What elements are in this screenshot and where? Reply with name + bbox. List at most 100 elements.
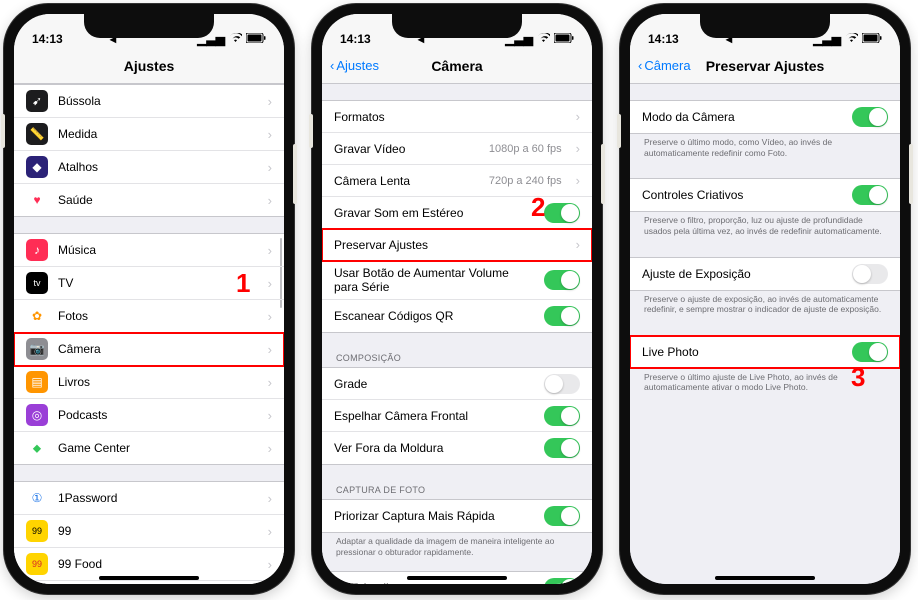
settings-row-amazon[interactable]: aAmazon› (14, 581, 284, 584)
app-icon: ⬥ (26, 437, 48, 459)
setting-row-preservar-ajustes[interactable]: Preservar Ajustes› (322, 229, 592, 261)
status-time: 14:13 (32, 32, 63, 46)
row-label: Câmera Lenta (334, 174, 479, 188)
toggle-switch[interactable] (544, 506, 580, 526)
settings-row-1password[interactable]: ①1Password› (14, 482, 284, 515)
setting-row-gravar-v-deo[interactable]: Gravar Vídeo1080p a 60 fps› (322, 133, 592, 165)
section-header-capture: CAPTURA DE FOTO (322, 481, 592, 499)
chevron-right-icon: › (268, 193, 272, 208)
setting-row-ajuste-de-exposi-o[interactable]: Ajuste de Exposição (630, 258, 900, 290)
status-time: 14:13 (648, 32, 679, 46)
row-label: Câmera (58, 342, 254, 356)
screen-2: 14:13 ◂ ▁▃▅ ‹ Ajustes Câmera Formatos›Gr… (322, 14, 592, 584)
setting-row-espelhar-c-mera-frontal[interactable]: Espelhar Câmera Frontal (322, 400, 592, 432)
toggle-switch[interactable] (544, 406, 580, 426)
row-label: Priorizar Captura Mais Rápida (334, 509, 534, 523)
chevron-left-icon: ‹ (330, 58, 334, 73)
toggle-switch[interactable] (544, 306, 580, 326)
settings-row-99[interactable]: 9999› (14, 515, 284, 548)
nav-bar: ‹ Ajustes Câmera (322, 48, 592, 84)
row-label: Podcasts (58, 408, 254, 422)
page-title: Ajustes (124, 58, 175, 74)
row-detail: 720p a 240 fps (489, 175, 562, 187)
home-indicator[interactable] (99, 576, 199, 580)
section-header-composition: COMPOSIÇÃO (322, 349, 592, 367)
app-icon: ➹ (26, 90, 48, 112)
settings-row-game-center[interactable]: ⬥Game Center› (14, 432, 284, 464)
app-icon: ♥ (26, 189, 48, 211)
row-label: Escanear Códigos QR (334, 309, 534, 323)
toggle-switch[interactable] (544, 578, 580, 584)
setting-row-gravar-som-em-est-reo[interactable]: Gravar Som em Estéreo (322, 197, 592, 229)
phone-3: 14:13 ◂ ▁▃▅ ‹ Câmera Preservar Ajustes M… (620, 4, 910, 594)
page-title: Preservar Ajustes (706, 58, 825, 74)
chevron-right-icon: › (268, 408, 272, 423)
toggle-switch[interactable] (852, 342, 888, 362)
phone-2: 14:13 ◂ ▁▃▅ ‹ Ajustes Câmera Formatos›Gr… (312, 4, 602, 594)
chevron-right-icon: › (268, 491, 272, 506)
toggle-switch[interactable] (544, 270, 580, 290)
setting-row-c-mera-lenta[interactable]: Câmera Lenta720p a 240 fps› (322, 165, 592, 197)
chevron-right-icon: › (576, 141, 580, 156)
toggle-switch[interactable] (852, 107, 888, 127)
setting-row-usar-bot-o-de-aumentar-volume-para-s-rie[interactable]: Usar Botão de Aumentar Volume para Série (322, 261, 592, 300)
toggle-switch[interactable] (544, 374, 580, 394)
back-button[interactable]: ‹ Câmera (638, 58, 691, 73)
setting-row-formatos[interactable]: Formatos › (322, 101, 592, 133)
camera-settings-content[interactable]: Formatos›Gravar Vídeo1080p a 60 fps›Câme… (322, 84, 592, 584)
chevron-right-icon: › (576, 109, 580, 124)
row-label: Saúde (58, 193, 254, 207)
settings-row-bússola[interactable]: ➹Bússola› (14, 85, 284, 118)
notch (700, 14, 830, 38)
row-label: 99 (58, 524, 254, 538)
settings-row-tv[interactable]: tvTV› (14, 267, 284, 300)
settings-row-música[interactable]: ♪Música› (14, 234, 284, 267)
setting-row-priorizar-captura-mais-r-pida[interactable]: Priorizar Captura Mais Rápida (322, 500, 592, 532)
home-indicator[interactable] (407, 576, 507, 580)
app-icon: 99 (26, 520, 48, 542)
chevron-right-icon: › (268, 375, 272, 390)
nav-bar: Ajustes (14, 48, 284, 84)
home-indicator[interactable] (715, 576, 815, 580)
settings-row-saúde[interactable]: ♥ Saúde › (14, 184, 284, 216)
setting-row-escanear-c-digos-qr[interactable]: Escanear Códigos QR (322, 300, 592, 332)
app-icon: 📏 (26, 123, 48, 145)
settings-row-atalhos[interactable]: ◆Atalhos› (14, 151, 284, 184)
row-footer: Preserve o ajuste de exposição, ao invés… (630, 291, 900, 319)
battery-icon (554, 32, 574, 46)
chevron-left-icon: ‹ (638, 58, 642, 73)
settings-content[interactable]: ➹Bússola›📏Medida›◆Atalhos› ♥ Saúde › ♪Músic… (14, 84, 284, 584)
back-button[interactable]: ‹ Ajustes (330, 58, 379, 73)
preserve-settings-content[interactable]: Modo da CâmeraPreserve o último modo, co… (630, 84, 900, 584)
toggle-switch[interactable] (852, 185, 888, 205)
app-icon: 📷 (26, 338, 48, 360)
toggle-switch[interactable] (544, 438, 580, 458)
screen-3: 14:13 ◂ ▁▃▅ ‹ Câmera Preservar Ajustes M… (630, 14, 900, 584)
row-label: Formatos (334, 110, 562, 124)
setting-row-ver-fora-da-moldura[interactable]: Ver Fora da Moldura (322, 432, 592, 464)
row-footer: Preserve o filtro, proporção, luz ou aju… (630, 212, 900, 240)
chevron-right-icon: › (268, 127, 272, 142)
chevron-right-icon: › (268, 160, 272, 175)
settings-row-câmera[interactable]: 📷Câmera› (14, 333, 284, 366)
row-label: 99 Food (58, 557, 254, 571)
app-icon: ◎ (26, 404, 48, 426)
settings-row-fotos[interactable]: ✿Fotos› (14, 300, 284, 333)
row-label: HDR Inteligente (334, 581, 534, 584)
screen-1: 14:13 ◂ ▁▃▅ Ajustes ➹Bússola›📏Medida›◆At… (14, 14, 284, 584)
page-title: Câmera (431, 58, 482, 74)
toggle-switch[interactable] (852, 264, 888, 284)
setting-row-grade[interactable]: Grade (322, 368, 592, 400)
wifi-icon (537, 32, 550, 46)
row-label: Grade (334, 377, 534, 391)
setting-row-controles-criativos[interactable]: Controles Criativos (630, 179, 900, 211)
toggle-switch[interactable] (544, 203, 580, 223)
settings-row-medida[interactable]: 📏Medida› (14, 118, 284, 151)
setting-row-live-photo[interactable]: Live Photo (630, 336, 900, 368)
row-label: Modo da Câmera (642, 110, 842, 124)
app-icon: ① (26, 487, 48, 509)
settings-row-livros[interactable]: ▤Livros› (14, 366, 284, 399)
setting-row-modo-da-c-mera[interactable]: Modo da Câmera (630, 101, 900, 133)
settings-row-podcasts[interactable]: ◎ Podcasts › (14, 399, 284, 432)
phone-1: 14:13 ◂ ▁▃▅ Ajustes ➹Bússola›📏Medida›◆At… (4, 4, 294, 594)
